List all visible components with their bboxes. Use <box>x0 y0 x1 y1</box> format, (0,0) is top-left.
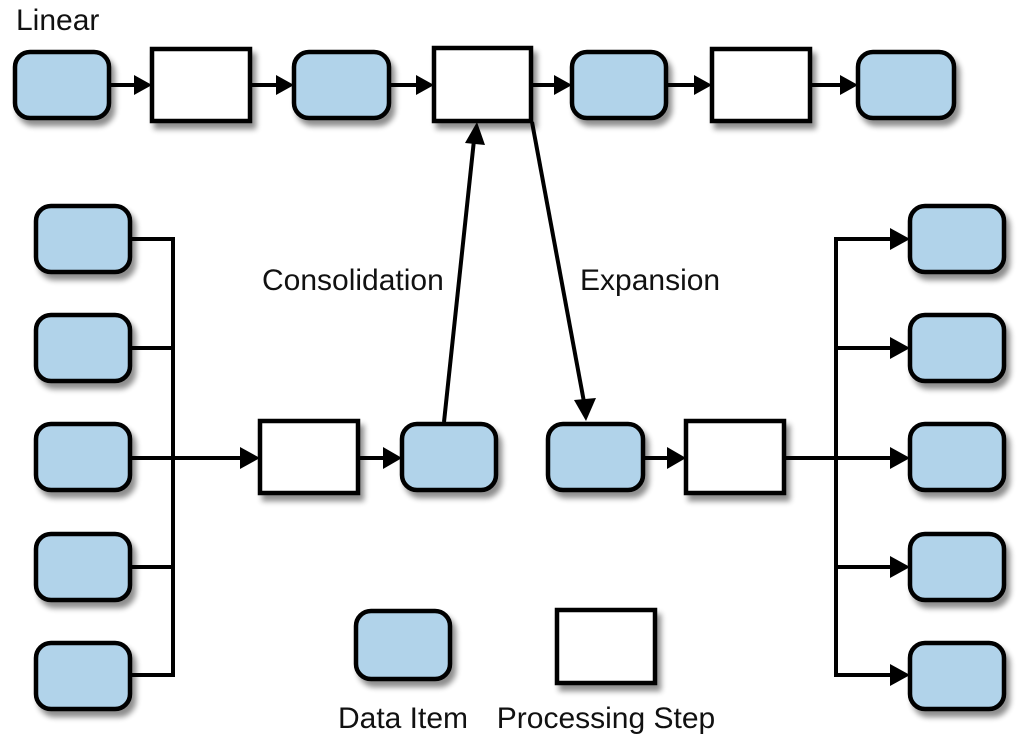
arrowhead <box>694 75 712 95</box>
input-data-item <box>33 531 133 603</box>
arrowhead <box>240 447 260 469</box>
output-data-item <box>907 531 1007 603</box>
arrowhead <box>890 447 910 469</box>
arrowhead <box>890 228 910 250</box>
arrowhead <box>890 664 910 686</box>
legend-data-item-swatch <box>353 608 453 682</box>
arrowhead <box>554 75 572 95</box>
arrowhead <box>667 447 686 469</box>
legend: Data Item Processing Step <box>338 607 715 735</box>
consolidation-processing-step <box>257 418 361 496</box>
expansion-label: Expansion <box>580 264 720 297</box>
data-item <box>569 49 669 121</box>
arrowhead <box>134 75 152 95</box>
processing-step <box>709 46 813 124</box>
input-data-item <box>33 312 133 384</box>
data-item <box>855 49 957 121</box>
output-data-item <box>907 640 1007 712</box>
arrowhead <box>840 75 858 95</box>
arrowhead <box>890 556 910 578</box>
consolidation-arrow <box>442 139 476 423</box>
input-data-item <box>33 640 133 712</box>
processing-step <box>149 46 253 124</box>
arrowhead <box>574 398 596 421</box>
consolidation-label: Consolidation <box>262 264 444 297</box>
data-item <box>12 49 112 121</box>
expansion-processing-step <box>683 418 787 496</box>
consolidated-data-item <box>399 421 499 493</box>
output-data-item <box>907 312 1007 384</box>
input-data-item <box>33 421 133 493</box>
arrowhead <box>465 122 485 145</box>
arrowhead <box>383 447 402 469</box>
processing-step <box>431 45 534 124</box>
output-data-item <box>907 203 1007 275</box>
legend-processing-step-swatch <box>554 607 658 686</box>
arrowhead <box>416 75 434 95</box>
legend-processing-step-label: Processing Step <box>497 702 715 735</box>
data-item <box>291 49 392 121</box>
linear-label: Linear <box>16 4 99 37</box>
processing-patterns-diagram: Linear Consolidation Expansion Data Item… <box>12 4 1007 735</box>
input-data-item <box>33 203 133 275</box>
legend-data-item-label: Data Item <box>338 702 468 735</box>
output-data-item <box>907 421 1007 493</box>
arrowhead <box>890 337 910 359</box>
expansion-arrow <box>530 121 586 403</box>
expansion-source-data-item <box>545 421 646 493</box>
arrowhead <box>276 75 294 95</box>
